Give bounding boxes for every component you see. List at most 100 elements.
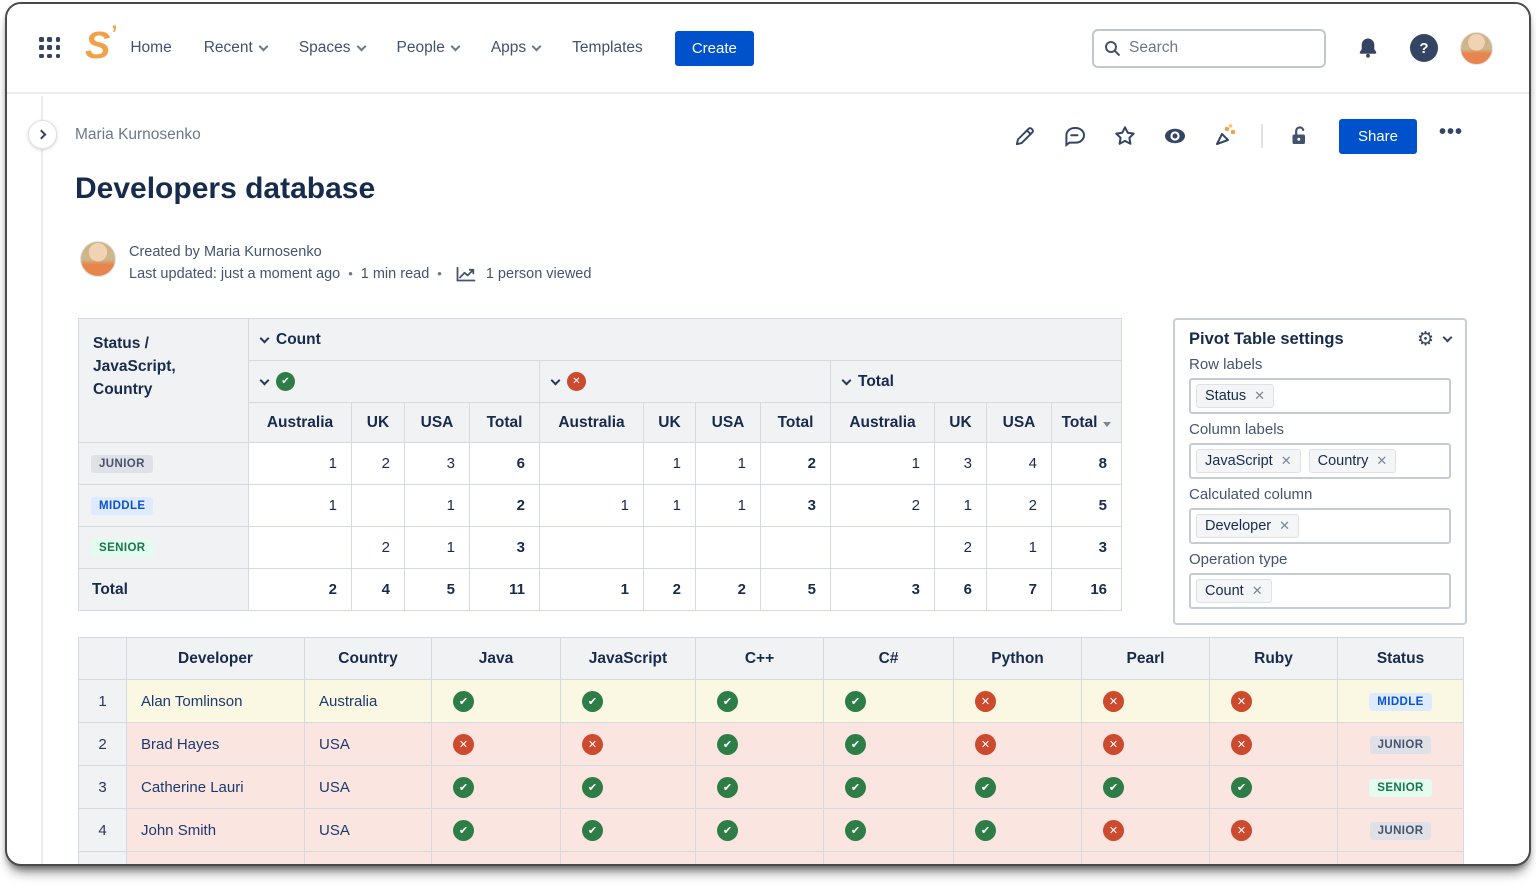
chip-remove-icon[interactable]: ✕ [1279,518,1290,534]
settings-collapse-icon[interactable] [1443,333,1453,343]
pivot-column-header[interactable]: UK [644,403,696,443]
share-button[interactable]: Share [1339,119,1417,154]
cross-icon [1103,734,1124,755]
help-icon[interactable]: ? [1410,34,1438,62]
pivot-measure-header[interactable]: Count [249,319,1122,361]
pivot-value-cell: 1 [696,485,761,527]
pivot-value-cell [831,527,935,569]
pivot-value-cell: 1 [249,485,352,527]
pivot-group-header-cross[interactable] [540,361,831,403]
pivot-total-row: Total24511122536716 [79,569,1122,611]
settings-gear-icon[interactable]: ⚙ [1417,330,1434,349]
nav-item-people[interactable]: People [397,39,459,57]
pivot-value-cell: 3 [1052,527,1122,569]
cross-icon [567,372,586,391]
pivot-row: MIDDLE11211132125 [79,485,1122,527]
search-input[interactable] [1129,39,1314,57]
pivot-column-header[interactable]: Total [1052,403,1122,443]
pivot-column-header[interactable]: Total [470,403,540,443]
pivot-column-header[interactable]: Australia [249,403,352,443]
breadcrumb[interactable]: Maria Kurnosenko [75,126,201,144]
pivot-value-cell: 1 [696,443,761,485]
dev-column-header [79,638,127,680]
notifications-bell-icon[interactable] [1348,28,1388,68]
user-avatar[interactable] [1460,32,1493,65]
edit-pencil-icon[interactable] [1005,116,1045,156]
nav-item-label: Templates [572,39,643,57]
chevron-down-icon [551,375,561,385]
nav-item-home[interactable]: Home [130,39,171,57]
pivot-column-header[interactable]: Australia [831,403,935,443]
pivot-column-header[interactable]: UK [935,403,987,443]
pivot-row-label: JUNIOR [79,443,249,485]
author-avatar[interactable] [80,241,116,277]
chip-remove-icon[interactable]: ✕ [1254,388,1265,404]
dev-cell [696,852,824,867]
pivot-column-header[interactable]: UK [352,403,405,443]
settings-field-box[interactable]: Count✕ [1189,573,1451,609]
status-badge: MIDDLE [1369,693,1431,711]
nav-item-apps[interactable]: Apps [491,39,540,57]
chevron-down-icon [258,41,268,51]
dev-row: 2Brad HayesUSAJUNIOR [79,723,1464,766]
dev-cell [305,852,432,867]
chip-country[interactable]: Country✕ [1309,449,1397,473]
chip-remove-icon[interactable]: ✕ [1281,453,1292,469]
nav-item-spaces[interactable]: Spaces [299,39,365,57]
cross-icon [975,691,996,712]
pivot-total-cell: 7 [987,569,1052,611]
chip-status[interactable]: Status✕ [1196,384,1274,408]
expand-sidebar-button[interactable] [28,120,57,149]
dev-country-cell: USA [305,723,432,766]
pivot-column-header[interactable]: Australia [540,403,644,443]
cross-icon [1231,691,1252,712]
top-navbar: S Home Recent Spaces People Apps Templates Cr… [7,4,1529,94]
pivot-column-header[interactable]: USA [987,403,1052,443]
chip-developer[interactable]: Developer✕ [1196,514,1299,538]
dev-skill-cell [954,766,1082,809]
pivot-value-cell: 5 [1052,485,1122,527]
dev-cell [561,852,696,867]
chip-remove-icon[interactable]: ✕ [1252,583,1263,599]
dev-skill-cell [696,723,824,766]
pivot-group-header-Total[interactable]: Total [831,361,1122,403]
pivot-column-header[interactable]: Total [761,403,831,443]
search-box[interactable] [1092,29,1326,68]
dev-skill-cell [1082,766,1210,809]
table-filter-confetti-icon[interactable] [1205,116,1245,156]
pivot-row: JUNIOR12361121348 [79,443,1122,485]
confluence-app-logo[interactable]: S [85,25,110,68]
unlock-icon[interactable] [1279,116,1319,156]
pivot-group-header-check[interactable] [249,361,540,403]
settings-field-box[interactable]: Status✕ [1189,378,1451,414]
pivot-column-header[interactable]: USA [405,403,470,443]
watch-eye-icon[interactable] [1155,116,1195,156]
byline-views[interactable]: 1 person viewed [486,263,592,285]
dev-skill-cell [1082,809,1210,852]
chip-count[interactable]: Count✕ [1196,579,1272,603]
nav-item-recent[interactable]: Recent [204,39,267,57]
status-badge: JUNIOR [1370,736,1432,754]
dev-column-header: JavaScript [561,638,696,680]
app-switcher-icon[interactable] [39,37,61,59]
pivot-column-header[interactable]: USA [696,403,761,443]
chip-remove-icon[interactable]: ✕ [1376,453,1387,469]
dev-column-header: Developer [127,638,305,680]
nav-item-templates[interactable]: Templates [572,39,643,57]
chip-javascript[interactable]: JavaScript ✕ [1196,449,1301,473]
byline-created[interactable]: Created by Maria Kurnosenko [129,241,591,263]
chip-label: JavaScript [1205,453,1273,469]
settings-field-box[interactable]: JavaScript✕Country✕ [1189,443,1451,479]
favorite-star-icon[interactable] [1105,116,1145,156]
comment-icon[interactable] [1055,116,1095,156]
create-button[interactable]: Create [675,31,754,66]
dev-row: 1Alan TomlinsonAustraliaMIDDLE [79,680,1464,723]
settings-field-box[interactable]: Developer✕ [1189,508,1451,544]
settings-field-label: Calculated column [1189,486,1451,503]
dev-cell [79,852,127,867]
check-icon [582,820,603,841]
dev-country-cell: Australia [305,680,432,723]
cross-icon [453,734,474,755]
byline-updated[interactable]: Last updated: just a moment ago [129,263,340,285]
more-actions-icon[interactable]: ••• [1437,121,1469,152]
